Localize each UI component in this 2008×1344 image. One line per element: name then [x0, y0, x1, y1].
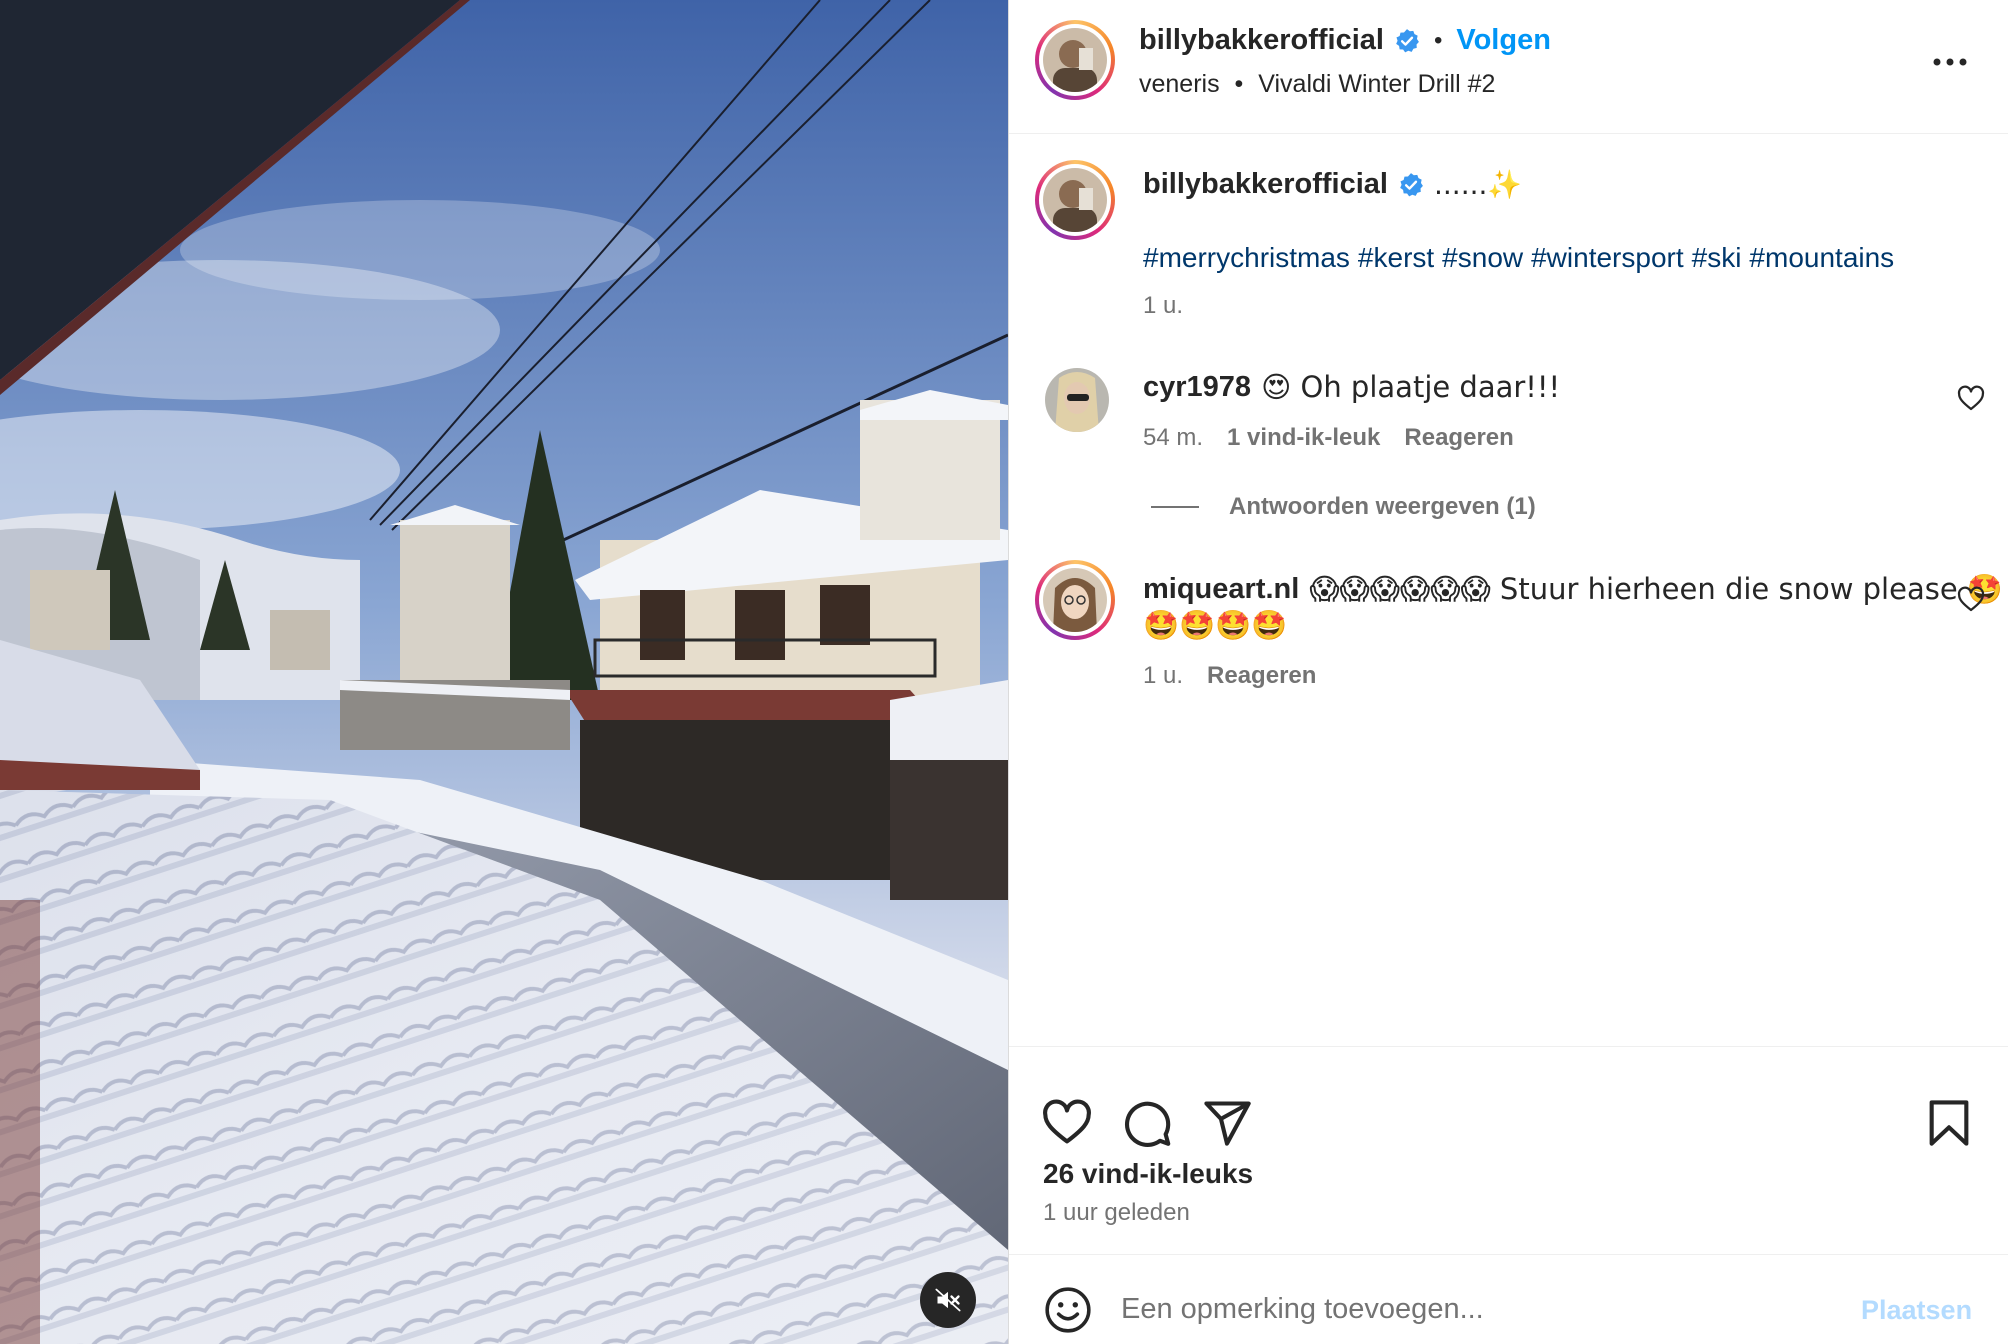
comment-likes-link[interactable]: 1 vind-ik-leuk — [1227, 424, 1380, 452]
reply-button[interactable]: Reageren — [1404, 424, 1513, 452]
comment-row: cyr1978 😍 Oh plaatje daar!!! — [1143, 370, 1560, 404]
comment-time: 1 u. — [1143, 662, 1184, 689]
post-video[interactable] — [0, 0, 1008, 1344]
caption-row: billybakkerofficial ......✨ — [1143, 168, 1522, 201]
hashtag-link[interactable]: #snow — [1442, 242, 1523, 274]
header-username[interactable]: billybakkerofficial — [1139, 24, 1384, 57]
post-comment-button[interactable]: Plaatsen — [1861, 1295, 1972, 1326]
header-subline: veneris • Vivaldi Winter Drill #2 — [1139, 70, 1495, 99]
comment-username[interactable]: cyr1978 — [1143, 371, 1251, 404]
header-separator: • — [1434, 26, 1443, 54]
comment-meta: 1 u. Reageren — [1143, 662, 1316, 690]
comment-text-continued: 🤩🤩🤩🤩 — [1143, 608, 1288, 642]
caption-time: 1 u. — [1143, 292, 1184, 319]
more-options-icon — [1933, 58, 1967, 66]
commenter-avatar[interactable] — [1045, 368, 1109, 432]
follow-button[interactable]: Volgen — [1456, 24, 1551, 57]
hashtag-link[interactable]: #ski — [1692, 242, 1742, 274]
like-count[interactable]: 26 vind-ik-leuks — [1043, 1158, 1253, 1190]
post-header: billybakkerofficial • Volgen veneris • V… — [1009, 0, 2008, 134]
comment-like-heart-icon[interactable] — [1956, 384, 1986, 414]
comment-icon[interactable] — [1121, 1097, 1173, 1149]
view-replies-button[interactable]: Antwoorden weergeven (1) — [1151, 493, 1536, 521]
hashtag-link[interactable]: #kerst — [1358, 242, 1434, 274]
view-replies-label: Antwoorden weergeven (1) — [1229, 493, 1536, 520]
mute-icon — [935, 1288, 961, 1312]
comment-meta: 54 m. 1 vind-ik-leuk Reageren — [1143, 424, 1514, 452]
comment-text: 😍 Oh plaatje daar!!! — [1261, 370, 1561, 404]
audio-link[interactable]: Vivaldi Winter Drill #2 — [1258, 70, 1495, 98]
add-comment-bar: Plaatsen — [1009, 1254, 2008, 1344]
reply-button[interactable]: Reageren — [1207, 662, 1316, 690]
hashtag-link[interactable]: #wintersport — [1531, 242, 1684, 274]
comment-row: miqueart.nl 😱😱😱😱😱😱 Stuur hierheen die sn… — [1143, 572, 2003, 607]
emoji-icon[interactable] — [1043, 1285, 1093, 1335]
comment-text: 😱😱😱😱😱😱 Stuur hierheen die snow please 🤩 — [1309, 572, 2004, 606]
heart-icon[interactable] — [1041, 1097, 1093, 1149]
comment-username[interactable]: miqueart.nl — [1143, 573, 1299, 606]
commenter-avatar[interactable] — [1035, 560, 1115, 640]
replies-divider — [1151, 506, 1199, 508]
verified-badge-icon — [1400, 172, 1423, 196]
more-options-button[interactable] — [1930, 42, 1970, 82]
verified-badge-icon — [1396, 28, 1419, 52]
instagram-post-view: billybakkerofficial • Volgen veneris • V… — [0, 0, 2008, 1344]
comment-input[interactable] — [1121, 1281, 1821, 1337]
caption-avatar[interactable] — [1035, 160, 1115, 240]
location-link[interactable]: veneris — [1139, 70, 1220, 98]
author-avatar[interactable] — [1035, 20, 1115, 100]
post-timestamp: 1 uur geleden — [1043, 1199, 1190, 1226]
share-icon[interactable] — [1201, 1097, 1253, 1149]
hashtag-link[interactable]: #merrychristmas — [1143, 242, 1350, 274]
caption-text: ......✨ — [1434, 168, 1523, 201]
comment-time: 54 m. — [1143, 424, 1204, 451]
mute-button[interactable] — [920, 1272, 976, 1328]
subline-separator: • — [1234, 70, 1244, 98]
comment-like-heart-icon[interactable] — [1956, 585, 1986, 615]
post-side-panel: billybakkerofficial • Volgen veneris • V… — [1008, 0, 2008, 1344]
header-user-row: billybakkerofficial • Volgen — [1139, 24, 1551, 57]
caption-username[interactable]: billybakkerofficial — [1143, 168, 1388, 201]
snow-village-scene — [0, 0, 1008, 1344]
bookmark-icon[interactable] — [1923, 1097, 1975, 1149]
hashtag-link[interactable]: #mountains — [1749, 242, 1894, 274]
hashtag-list: #merrychristmas #kerst #snow #winterspor… — [1143, 242, 1894, 274]
